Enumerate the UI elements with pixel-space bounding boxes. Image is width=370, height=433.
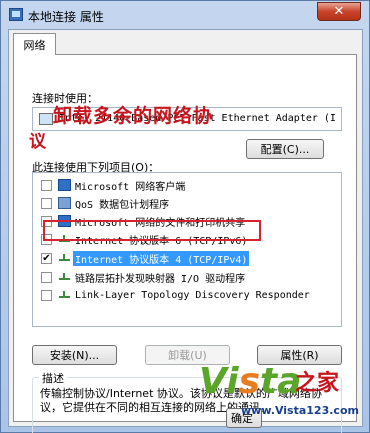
annotation-text-cont: 议	[29, 132, 46, 152]
item-label: 链路层拓扑发现映射器 I/O 驱动程序	[75, 273, 246, 285]
list-item[interactable]: Link-Layer Topology Discovery Responder	[33, 286, 341, 304]
item-checkbox[interactable]	[41, 289, 52, 301]
qos-scheduler-icon	[58, 197, 71, 209]
watermark: Vista 之家 www.Vista123.com	[199, 361, 364, 421]
watermark-logo-vi: Vi	[199, 361, 239, 402]
network-connection-icon	[9, 8, 23, 21]
item-label: QoS 数据包计划程序	[75, 199, 170, 211]
list-item[interactable]: QoS 数据包计划程序	[33, 194, 341, 212]
watermark-zhijia: 之家	[295, 371, 340, 396]
annotation-text: 卸载多余的网络协	[53, 105, 214, 127]
title-bar: 本地连接 属性 ✕	[1, 1, 369, 29]
list-item-selected[interactable]: ✔ Internet 协议版本 4 (TCP/IPv4)	[33, 249, 341, 267]
protocol-icon	[58, 252, 71, 264]
item-label: Internet 协议版本 4 (TCP/IPv4)	[73, 250, 250, 266]
item-checkbox[interactable]	[41, 197, 52, 209]
item-checkbox-checked[interactable]: ✔	[41, 252, 52, 264]
configure-button[interactable]: 配置(C)...	[246, 139, 324, 159]
window-title: 本地连接 属性	[28, 10, 104, 24]
tab-network[interactable]: 网络	[13, 33, 56, 55]
network-adapter-icon	[39, 113, 53, 125]
watermark-logo-s: s	[238, 361, 261, 402]
list-item[interactable]: 链路层拓扑发现映射器 I/O 驱动程序	[33, 268, 341, 286]
protocol-icon	[58, 289, 71, 301]
connection-items-list[interactable]: Microsoft 网络客户端 QoS 数据包计划程序 Microsoft 网络…	[32, 172, 342, 327]
watermark-logo: Vista	[199, 361, 302, 402]
item-checkbox[interactable]	[41, 179, 52, 191]
protocol-icon	[58, 271, 71, 283]
list-item[interactable]: Microsoft 网络客户端	[33, 176, 341, 194]
install-button[interactable]: 安装(N)...	[32, 345, 117, 365]
description-title: 描述	[39, 370, 67, 386]
item-checkbox[interactable]	[41, 271, 52, 283]
network-client-icon	[58, 179, 71, 191]
item-label: Microsoft 网络客户端	[75, 181, 186, 193]
properties-dialog: 本地连接 属性 ✕ 网络 连接时使用： Intel 21140-Based PC…	[0, 0, 370, 433]
close-button[interactable]: ✕	[317, 2, 361, 21]
watermark-url: www.Vista123.com	[241, 404, 359, 417]
item-label: Link-Layer Topology Discovery Responder	[75, 289, 310, 301]
ipv4-highlight-frame	[43, 220, 261, 241]
